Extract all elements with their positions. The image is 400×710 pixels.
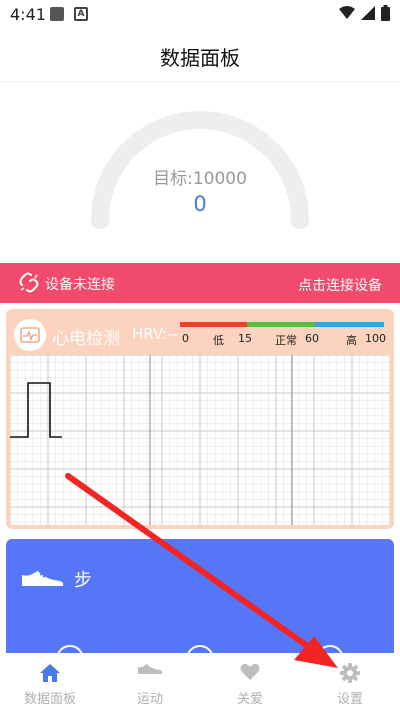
ecg-waveform-grid xyxy=(10,355,390,525)
notification-icon xyxy=(50,7,64,21)
gauge-value: 0 xyxy=(193,192,207,216)
step-gauge: 目标:10000 0 xyxy=(0,83,400,263)
hrv-tick: 0 xyxy=(182,332,189,345)
hrv-tick: 低 xyxy=(213,334,224,347)
sneaker-icon xyxy=(22,571,64,586)
nav-item-sport[interactable]: 运动 xyxy=(100,653,200,710)
hrv-scale: 0 低 15 正常 60 高 100 xyxy=(180,322,386,348)
hrv-tick: 正常 xyxy=(275,334,297,347)
ecg-title: 心电检测 xyxy=(52,329,120,349)
hrv-tick: 60 xyxy=(305,332,319,345)
hrv-bar-normal xyxy=(247,322,315,327)
device-connection-bar[interactable]: 设备未连接 点击连接设备 xyxy=(0,263,400,303)
gauge-target: 目标:10000 xyxy=(153,169,247,189)
ecg-monitor-icon xyxy=(14,319,46,351)
page-title: 数据面板 xyxy=(160,46,240,70)
gear-icon xyxy=(340,663,360,683)
nav-label: 设置 xyxy=(336,692,363,707)
notification-a-icon: A xyxy=(74,7,88,21)
connect-device-button[interactable]: 点击连接设备 xyxy=(298,275,382,295)
signal-icon xyxy=(361,6,375,20)
hrv-ticks: 0 低 15 正常 60 高 100 xyxy=(180,332,386,348)
hrv-tick: 100 xyxy=(365,332,386,345)
nav-label: 运动 xyxy=(136,692,163,707)
hrv-label: HRV:-- xyxy=(132,325,178,343)
heart-icon xyxy=(240,663,260,680)
hrv-bar-high xyxy=(314,322,384,327)
hrv-tick: 高 xyxy=(346,334,357,347)
nav-item-settings[interactable]: 设置 xyxy=(300,653,400,710)
nav-item-dashboard[interactable]: 数据面板 xyxy=(0,653,100,710)
hrv-tick: 15 xyxy=(238,332,252,345)
unlinked-icon xyxy=(19,272,39,293)
battery-icon xyxy=(381,5,390,21)
home-icon xyxy=(40,664,60,682)
sneaker-icon xyxy=(138,664,163,674)
wifi-icon xyxy=(339,6,355,19)
nav-item-care[interactable]: 关爱 xyxy=(200,653,300,710)
status-icons xyxy=(339,5,390,21)
steps-card[interactable]: 步 xyxy=(6,539,394,669)
nav-label: 关爱 xyxy=(236,692,263,707)
nav-label: 数据面板 xyxy=(23,692,76,707)
device-status: 设备未连接 xyxy=(45,277,115,293)
status-time: 4:41 xyxy=(10,5,46,24)
ecg-card[interactable]: 心电检测 HRV:-- 0 低 15 正常 60 高 100 xyxy=(6,309,394,529)
steps-label: 步 xyxy=(74,570,92,591)
ecg-waveform xyxy=(10,355,390,525)
hrv-color-bar xyxy=(180,322,384,327)
bottom-nav: 数据面板 运动 关爱 设置 xyxy=(0,653,400,710)
status-bar: 4:41 A xyxy=(0,0,400,28)
hrv-bar-low xyxy=(180,322,248,327)
title-bar: 数据面板 xyxy=(0,28,400,82)
